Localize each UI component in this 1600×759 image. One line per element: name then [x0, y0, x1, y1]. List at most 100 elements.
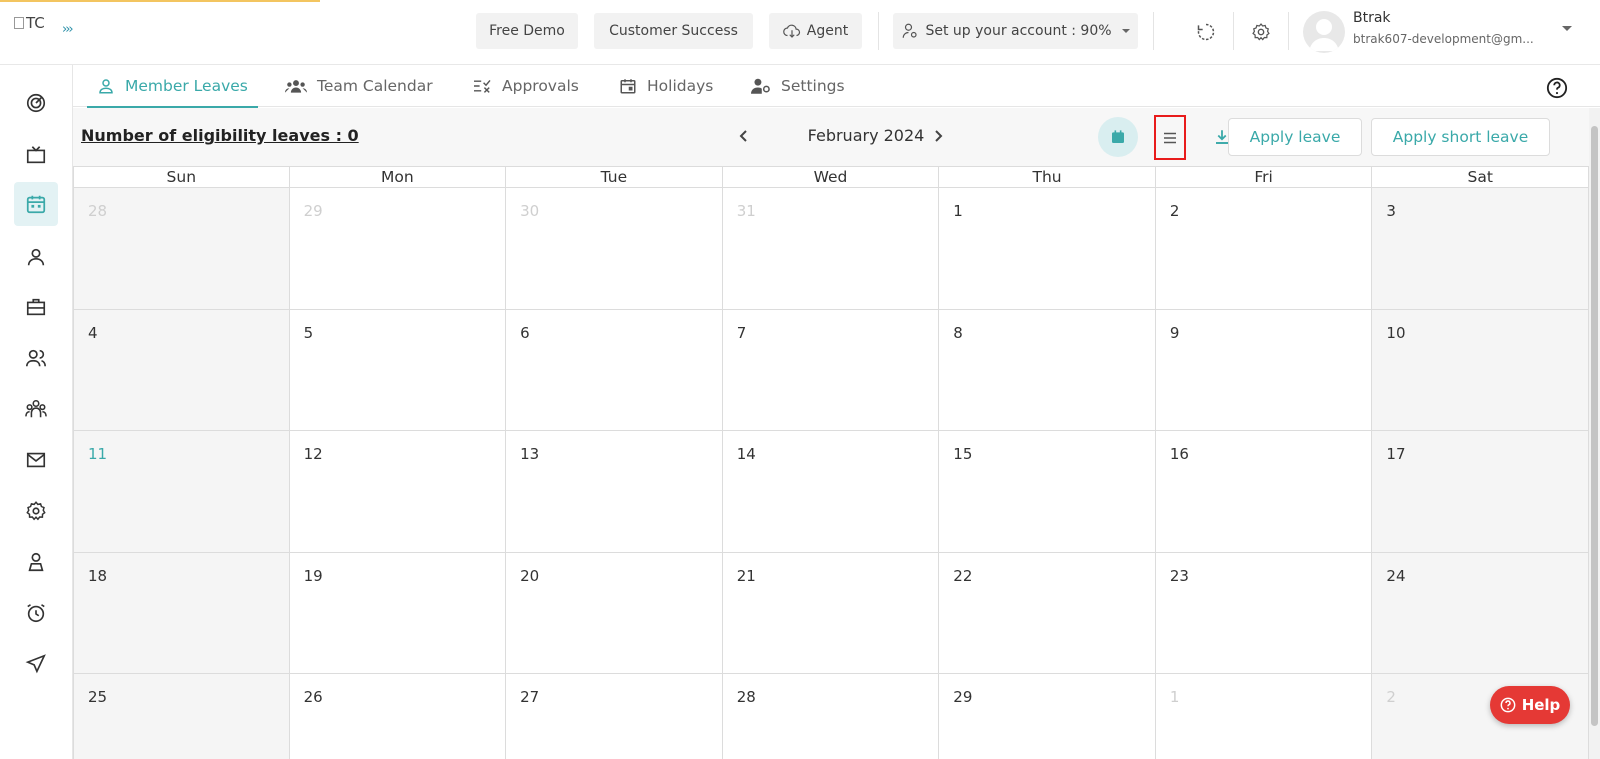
- calendar-toolbar: Number of eligibility leaves : 0 Februar…: [73, 108, 1589, 166]
- calendar-day-cell[interactable]: 1: [939, 188, 1156, 310]
- sidebar-item-employee[interactable]: [14, 540, 58, 584]
- calendar-day-cell[interactable]: 31: [722, 188, 940, 310]
- tab-member-leaves[interactable]: Member Leaves: [87, 65, 258, 108]
- tab-label: Holidays: [647, 77, 714, 95]
- calendar-day-cell[interactable]: 8: [939, 309, 1156, 432]
- header-divider: [1153, 12, 1154, 50]
- sidebar-item-send[interactable]: [14, 642, 58, 686]
- sidebar-item-tv[interactable]: [14, 133, 58, 177]
- header-divider: [878, 12, 879, 50]
- calendar-day-cell[interactable]: 14: [722, 431, 940, 553]
- calendar-grid: 28 29 30 31 1 2 3 4 5 6 7 8 9 10 11 12 13 14 15 16 17 18 19 20 2…: [73, 188, 1589, 759]
- day-number: 29: [953, 688, 973, 707]
- calendar-day-cell[interactable]: 6: [506, 309, 723, 432]
- calendar-day-cell[interactable]: 29: [289, 188, 507, 310]
- calendar-day-cell[interactable]: 28: [722, 674, 940, 759]
- calendar-day-cell[interactable]: 23: [1155, 552, 1373, 675]
- scrollbar-thumb[interactable]: [1591, 126, 1598, 726]
- day-of-week-thu: Thu: [939, 167, 1156, 187]
- next-month-button[interactable]: [926, 124, 950, 148]
- tab-approvals[interactable]: Approvals: [472, 65, 579, 107]
- sidebar-item-mail[interactable]: [14, 438, 58, 482]
- users-icon: [26, 349, 46, 367]
- settings-gear-icon[interactable]: [1249, 20, 1273, 44]
- apply-leave-button[interactable]: Apply leave: [1228, 118, 1362, 156]
- day-number: 9: [1169, 323, 1180, 342]
- calendar-day-cell[interactable]: 4: [73, 309, 290, 432]
- calendar-day-cell[interactable]: 16: [1155, 431, 1373, 553]
- calendar-day-cell[interactable]: 21: [722, 552, 940, 675]
- calendar-day-cell[interactable]: 30: [506, 188, 723, 310]
- calendar-day-cell[interactable]: 9: [1155, 309, 1373, 432]
- day-number: 26: [303, 688, 323, 707]
- free-demo-button[interactable]: Free Demo: [476, 13, 578, 49]
- user-menu-caret-icon[interactable]: [1562, 26, 1572, 31]
- calendar-day-cell[interactable]: 5: [289, 309, 507, 432]
- calendar-day-cell[interactable]: 15: [939, 431, 1156, 553]
- help-question-icon[interactable]: [1546, 77, 1568, 99]
- sidebar-item-profile[interactable]: [14, 235, 58, 279]
- list-icon: [1164, 132, 1176, 143]
- day-number: 14: [736, 445, 756, 464]
- agent-button[interactable]: Agent: [769, 13, 862, 49]
- setup-account-dropdown[interactable]: Set up your account : 90%: [893, 13, 1138, 49]
- calendar-day-cell[interactable]: 26: [289, 674, 507, 759]
- apply-short-leave-button[interactable]: Apply short leave: [1371, 118, 1550, 156]
- sidebar-item-people[interactable]: [14, 336, 58, 380]
- help-label: Help: [1521, 696, 1561, 714]
- calendar-day-cell[interactable]: 12: [289, 431, 507, 553]
- sidebar-item-leaves[interactable]: [14, 182, 58, 226]
- avatar[interactable]: [1303, 11, 1345, 53]
- calendar-view-button[interactable]: [1098, 117, 1138, 157]
- day-number: 16: [1169, 445, 1189, 464]
- day-number: 10: [1386, 323, 1406, 342]
- calendar-day-cell[interactable]: 10: [1372, 309, 1589, 432]
- day-number: 29: [303, 202, 323, 220]
- calendar-day-cell[interactable]: 19: [289, 552, 507, 675]
- user-settings-icon: [751, 78, 770, 94]
- calendar-day-cell[interactable]: 17: [1372, 431, 1589, 553]
- setup-account-label: Set up your account : 90%: [925, 23, 1112, 39]
- day-of-week-fri: Fri: [1156, 167, 1373, 187]
- sidebar-item-projects[interactable]: [14, 285, 58, 329]
- calendar-day-cell[interactable]: 11: [73, 431, 290, 553]
- help-button[interactable]: Help: [1490, 686, 1570, 724]
- calendar-day-cell[interactable]: 20: [506, 552, 723, 675]
- eligibility-leaves-link[interactable]: Number of eligibility leaves : 0: [81, 126, 359, 145]
- calendar-day-cell[interactable]: 22: [939, 552, 1156, 675]
- day-number: 15: [953, 445, 973, 464]
- calendar-day-cell[interactable]: 1: [1155, 674, 1373, 759]
- calendar-day-cell[interactable]: 2: [1155, 188, 1373, 310]
- calendar-icon: [620, 79, 636, 94]
- calendar-day-cell[interactable]: 7: [722, 309, 940, 432]
- sidebar-item-teams[interactable]: [14, 387, 58, 431]
- tab-team-calendar[interactable]: Team Calendar: [285, 65, 433, 107]
- sidebar-item-settings[interactable]: [14, 489, 58, 533]
- user-email: btrak607-development@gm...: [1353, 32, 1534, 46]
- calendar-day-cell[interactable]: 28: [73, 188, 290, 310]
- calendar-day-cell[interactable]: 13: [506, 431, 723, 553]
- vertical-scrollbar[interactable]: [1589, 108, 1600, 759]
- calendar-day-cell[interactable]: 18: [73, 552, 290, 675]
- cloud-download-icon: [782, 24, 800, 38]
- previous-month-button[interactable]: [732, 124, 756, 148]
- day-number: 8: [953, 323, 963, 342]
- briefcase-icon: [26, 298, 46, 316]
- day-number: 1: [953, 202, 963, 220]
- sidebar-item-timesheet[interactable]: [14, 591, 58, 635]
- user-name: Btrak: [1353, 10, 1391, 26]
- calendar-day-cell[interactable]: 3: [1372, 188, 1589, 310]
- employee-badge-icon: [28, 552, 44, 572]
- expand-sidebar-icon[interactable]: ›››: [62, 22, 74, 37]
- calendar-day-cell[interactable]: 25: [73, 674, 290, 759]
- logo[interactable]: TC: [14, 14, 45, 32]
- customer-success-button[interactable]: Customer Success: [594, 13, 753, 49]
- calendar-day-cell[interactable]: 27: [506, 674, 723, 759]
- tab-settings[interactable]: Settings: [751, 65, 845, 107]
- calendar-day-cell[interactable]: 24: [1372, 552, 1589, 675]
- refresh-icon[interactable]: [1194, 20, 1218, 44]
- sidebar-item-dashboard[interactable]: [14, 81, 58, 125]
- tab-holidays[interactable]: Holidays: [619, 65, 713, 107]
- list-view-button[interactable]: [1154, 115, 1186, 160]
- calendar-day-cell[interactable]: 29: [939, 674, 1156, 759]
